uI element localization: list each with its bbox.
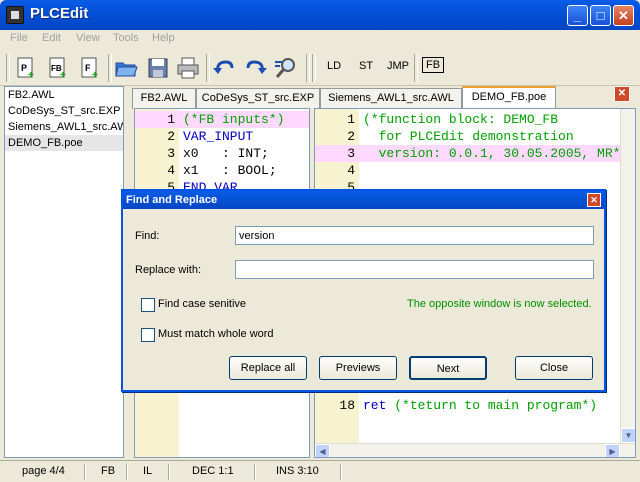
new-function-block-icon[interactable]: FB+ xyxy=(46,56,70,80)
toolbar-separator xyxy=(108,54,112,82)
toolbar-separator xyxy=(306,54,310,82)
status-separator xyxy=(168,464,170,480)
close-tab-icon[interactable]: ✕ xyxy=(614,86,630,102)
code-line-current: 3 version: 0.0.1, 30.05.2005, MR*) xyxy=(315,145,635,162)
vertical-scrollbar[interactable]: ▼ xyxy=(620,109,635,443)
previews-button[interactable]: Previews xyxy=(319,356,397,380)
svg-text:F: F xyxy=(85,63,91,73)
redo-icon[interactable] xyxy=(244,56,268,80)
close-button[interactable]: Close xyxy=(515,356,593,380)
fb-button[interactable]: FB xyxy=(422,57,445,73)
whole-word-label: Must match whole word xyxy=(158,328,274,340)
status-language: IL xyxy=(143,465,153,477)
status-bar: page 4/4 FB IL DEC 1:1 INS 3:10 xyxy=(0,460,640,482)
case-sensitive-label: Find case senitive xyxy=(158,298,247,310)
file-list: FB2.AWL CoDeSys_ST_src.EXP Siemens_AWL1_… xyxy=(4,86,124,458)
status-separator xyxy=(254,464,256,480)
toolbar-grip xyxy=(6,54,10,82)
jmp-button[interactable]: JMP xyxy=(387,60,409,72)
dialog-title: Find and Replace xyxy=(123,191,604,209)
replace-label: Replace with: xyxy=(135,264,202,276)
svg-text:+: + xyxy=(60,70,66,80)
find-replace-dialog: Find and Replace ✕ Find: Replace with: F… xyxy=(121,189,606,392)
toolbar-separator xyxy=(206,54,210,82)
menu-edit[interactable]: Edit xyxy=(42,32,61,44)
tab-demo-fb[interactable]: DEMO_FB.poe xyxy=(462,86,556,110)
print-icon[interactable] xyxy=(176,56,200,80)
horizontal-scrollbar[interactable]: ◀ ▶ xyxy=(315,443,635,457)
next-button[interactable]: Next xyxy=(409,356,487,380)
close-window-button[interactable]: ✕ xyxy=(613,5,634,26)
find-label: Find: xyxy=(135,230,160,242)
tab-fb2-awl[interactable]: FB2.AWL xyxy=(132,88,196,109)
whole-word-checkbox[interactable] xyxy=(141,328,155,342)
code-line: 1 (*FB inputs*) xyxy=(135,111,309,128)
scroll-left-arrow[interactable]: ◀ xyxy=(315,444,330,457)
tab-bar: FB2.AWL CoDeSys_ST_src.EXP Siemens_AWL1_… xyxy=(132,86,636,110)
open-folder-icon[interactable] xyxy=(114,56,138,80)
toolbar-separator xyxy=(414,54,418,82)
file-item[interactable]: CoDeSys_ST_src.EXP xyxy=(5,103,123,119)
scroll-right-arrow[interactable]: ▶ xyxy=(605,444,620,457)
file-item-selected[interactable]: DEMO_FB.poe xyxy=(5,135,123,151)
app-icon xyxy=(6,6,24,24)
title-bar: PLCEdit _ □ ✕ xyxy=(0,0,640,30)
status-type: FB xyxy=(101,465,116,477)
case-sensitive-checkbox[interactable] xyxy=(141,298,155,312)
menu-file[interactable]: File xyxy=(10,32,28,44)
status-insert-mode: INS 3:10 xyxy=(276,465,319,477)
svg-text:P: P xyxy=(21,63,27,73)
file-item[interactable]: FB2.AWL xyxy=(5,87,123,103)
scroll-down-arrow[interactable]: ▼ xyxy=(621,428,635,443)
window-title: PLCEdit xyxy=(30,5,89,22)
minimize-button[interactable]: _ xyxy=(567,5,588,26)
menu-bar: File Edit View Tools Help xyxy=(0,30,640,48)
status-page: page 4/4 xyxy=(22,465,65,477)
status-position: DEC 1:1 xyxy=(192,465,234,477)
undo-icon[interactable] xyxy=(212,56,236,80)
status-separator xyxy=(126,464,128,480)
find-replace-icon[interactable] xyxy=(274,56,298,80)
save-icon[interactable] xyxy=(146,56,170,80)
replace-all-button[interactable]: Replace all xyxy=(229,356,307,380)
new-program-icon[interactable]: P+ xyxy=(14,56,38,80)
dialog-status-message: The opposite window is now selected. xyxy=(407,298,592,310)
svg-text:+: + xyxy=(92,70,98,80)
menu-view[interactable]: View xyxy=(76,32,100,44)
toolbar: P + FB + F + LD ST JMP FB xyxy=(0,48,640,86)
find-input[interactable] xyxy=(235,226,594,245)
menu-help[interactable]: Help xyxy=(152,32,175,44)
svg-text:+: + xyxy=(28,70,34,80)
new-function-icon[interactable]: F+ xyxy=(78,56,102,80)
tab-codesys-st-src[interactable]: CoDeSys_ST_src.EXP xyxy=(196,88,320,109)
dialog-close-icon[interactable]: ✕ xyxy=(587,193,601,207)
ld-button[interactable]: LD xyxy=(327,60,341,72)
replace-input[interactable] xyxy=(235,260,594,279)
maximize-button[interactable]: □ xyxy=(590,5,611,26)
tab-siemens-awl1-src[interactable]: Siemens_AWL1_src.AWL xyxy=(320,88,462,109)
menu-tools[interactable]: Tools xyxy=(113,32,139,44)
toolbar-grip xyxy=(312,54,316,82)
st-button[interactable]: ST xyxy=(359,60,373,72)
file-item[interactable]: Siemens_AWL1_src.AWL xyxy=(5,119,123,135)
status-separator xyxy=(340,464,342,480)
status-separator xyxy=(84,464,86,480)
